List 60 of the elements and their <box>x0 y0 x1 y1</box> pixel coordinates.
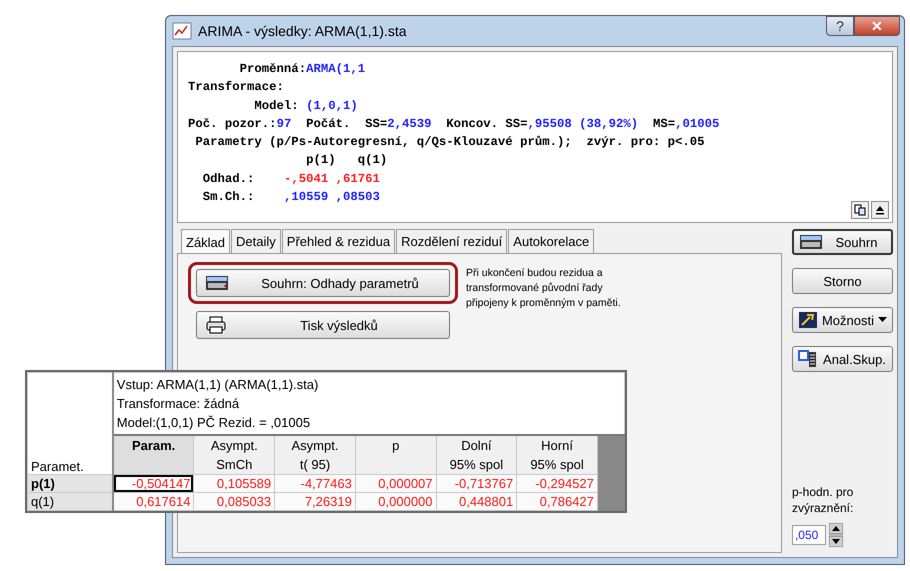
summary-button[interactable]: Souhrn: Odhady parametrů <box>196 269 450 297</box>
tab[interactable]: Detaily <box>231 229 281 253</box>
spin-buttons[interactable] <box>828 523 843 547</box>
table-icon <box>798 350 818 368</box>
row-header-title: Paramet. <box>31 459 84 474</box>
table-cell: 0,000007 <box>355 474 436 492</box>
column-header[interactable]: Asympt. SmCh <box>194 435 275 474</box>
column-header[interactable]: Horní 95% spol <box>516 435 598 474</box>
p-value-field[interactable]: ,050 <box>792 525 826 545</box>
table-cell: 0,000000 <box>355 492 436 510</box>
table-cell: 0,448801 <box>436 492 517 510</box>
chart-icon <box>172 22 192 40</box>
table-cell: -4,77463 <box>274 474 356 492</box>
table-cell: 0,085033 <box>194 492 275 510</box>
summary-button[interactable]: Souhrn <box>792 229 893 255</box>
output-line: Model: (1,0,1) <box>253 98 359 115</box>
tab[interactable]: Autokorelace <box>508 229 594 253</box>
spreadsheet-icon <box>798 234 823 250</box>
copy-button[interactable] <box>851 201 869 219</box>
column-header[interactable]: Param. <box>112 435 194 474</box>
table-cell: 7,26319 <box>274 492 356 510</box>
caret-icon <box>878 317 887 323</box>
table-cell: -0,504147 <box>112 474 194 492</box>
output-line: Poč. pozor.:97 Počát. SS=2,4539 Koncov. SS=,95508 (38,92%) MS=,01005 <box>188 116 720 133</box>
table-cell: -0,294527 <box>516 474 598 492</box>
print-button[interactable]: Tisk výsledků <box>196 311 450 339</box>
output-line: Parametry (p/Ps-Autoregresní, q/Qs-Klouzavé prům.); zvýr. pro: p<.05 <box>194 134 706 152</box>
info-line: Transformace: žádná <box>116 395 240 413</box>
options-button[interactable]: Možnosti <box>792 307 893 333</box>
output-line: Transformace: <box>188 79 285 96</box>
row-header[interactable]: p(1) <box>28 474 113 492</box>
spreadsheet-icon <box>205 275 229 291</box>
output-line: p(1) q(1) <box>305 152 388 170</box>
collapse-button[interactable] <box>871 201 889 219</box>
cancel-button[interactable]: Storno <box>792 268 893 294</box>
info-text: Při ukončení budou rezidua a transformované původní řady připojeny k proměnným v paměti. <box>466 266 622 311</box>
row-header[interactable]: q(1) <box>28 492 113 510</box>
table-cell: 0,105589 <box>194 474 275 492</box>
column-header[interactable]: Asympt. t( 95) <box>274 435 356 474</box>
info-line: Vstup: ARMA(1,1) (ARMA(1,1).sta) <box>116 376 320 394</box>
collapse-icon <box>875 205 885 215</box>
info-line: Model:(1,0,1) PČ Rezid. = ,01005 <box>116 414 312 432</box>
table-cell: 0,786427 <box>516 492 598 510</box>
column-header[interactable]: Dolní 95% spol <box>436 435 517 474</box>
output-line: Proměnná:ARMA(1,1 <box>238 61 366 78</box>
printer-icon <box>205 316 227 334</box>
p-value-label: p-hodn. pro zvýraznění: <box>792 484 854 516</box>
copy-icon <box>854 204 866 216</box>
group-analysis-button[interactable]: Anal.Skup. <box>792 346 893 372</box>
tool-icon <box>798 311 818 329</box>
column-header[interactable]: p <box>355 435 436 474</box>
output-line: Odhad.: -,5041 ,61761 <box>202 170 381 188</box>
tab[interactable]: Rozdělení reziduí <box>396 229 508 253</box>
table-cell: 0,617614 <box>112 492 194 510</box>
window-title: ARIMA - výsledky: ARMA(1,1).sta <box>198 23 406 39</box>
output-line: Sm.Ch.: ,10559 ,08503 <box>202 189 381 206</box>
help-button[interactable]: ? <box>826 16 854 36</box>
tab[interactable]: Přehled & rezidua <box>282 229 396 253</box>
table-cell: -0,713767 <box>436 474 517 492</box>
tab[interactable]: Základ <box>181 229 230 253</box>
